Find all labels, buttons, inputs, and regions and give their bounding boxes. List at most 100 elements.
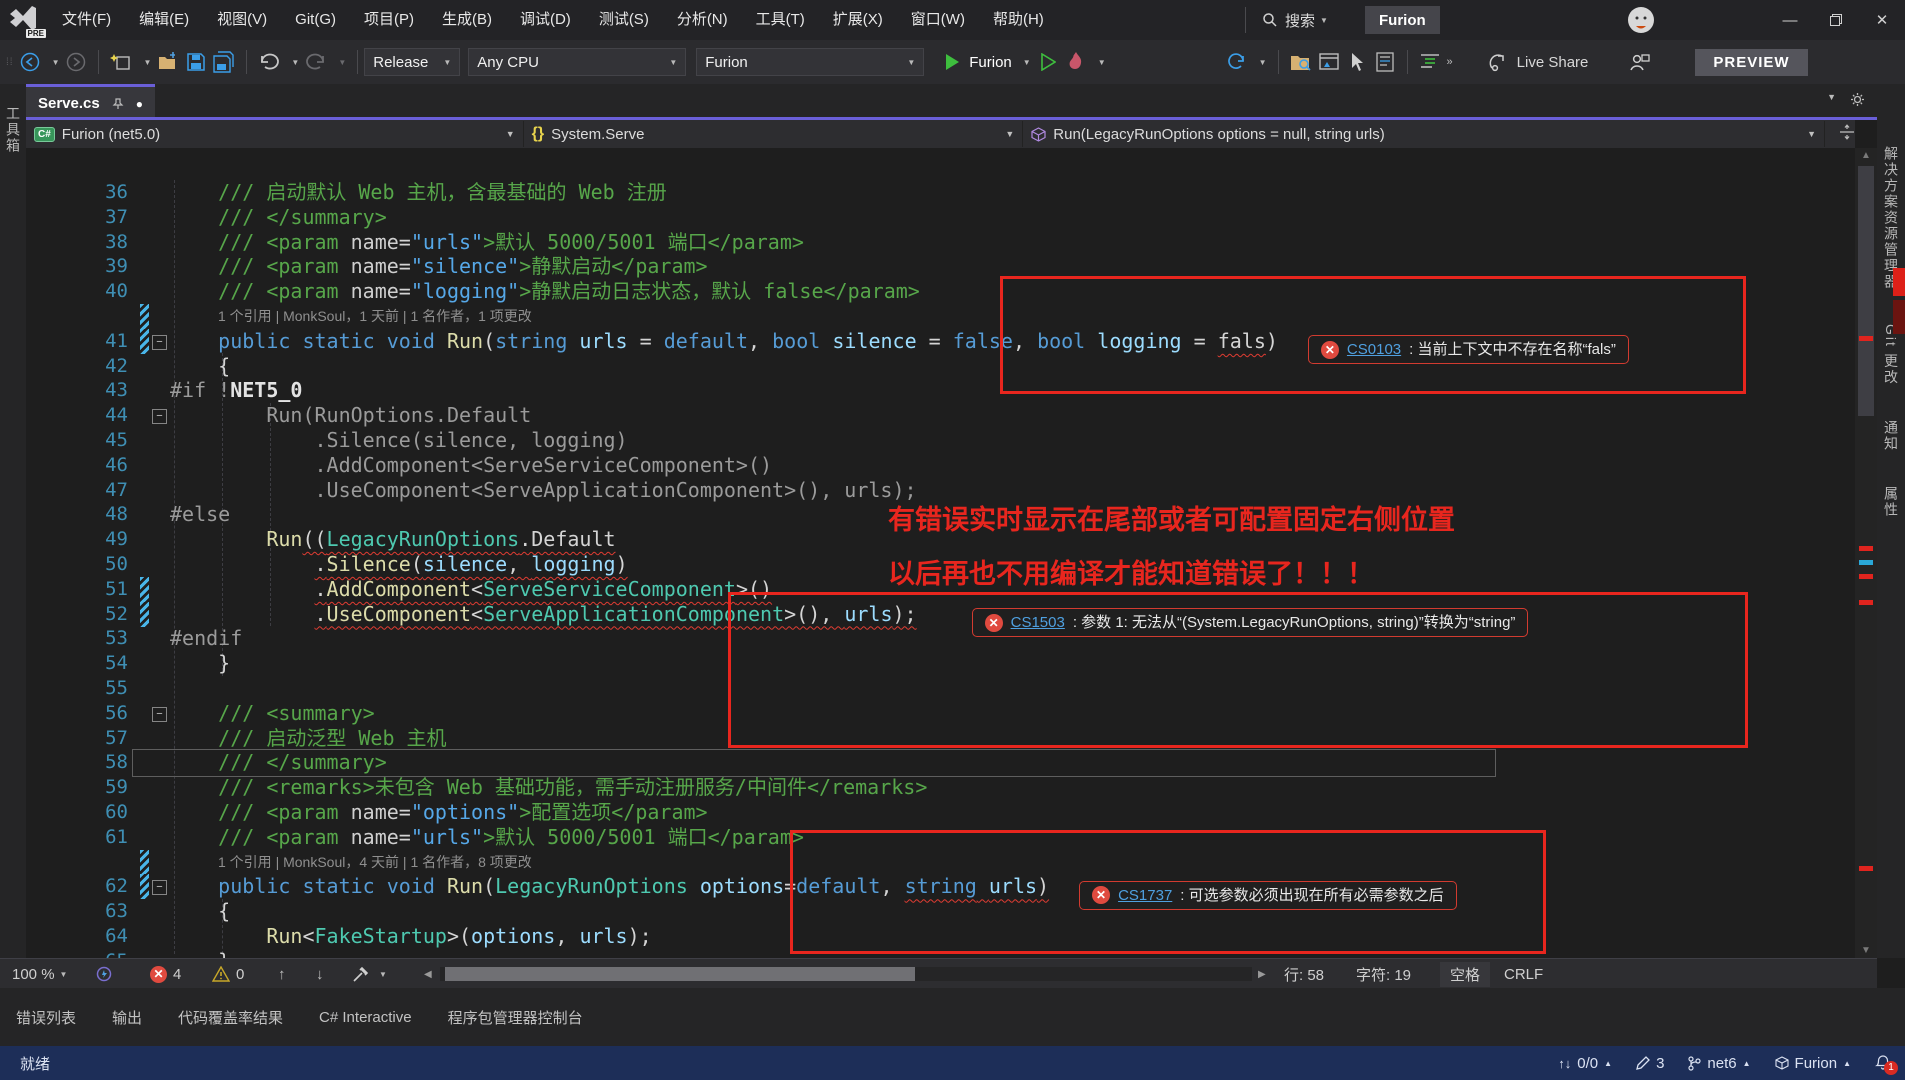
pin-icon[interactable] (112, 98, 124, 110)
split-editor-icon[interactable] (1839, 124, 1855, 144)
chevron-down-icon[interactable]: ▼ (143, 58, 151, 67)
panel-tab[interactable]: 程序包管理器控制台 (448, 1007, 583, 1028)
code-line[interactable]: 38 /// <param name="urls">默认 5000/5001 端… (26, 230, 1855, 255)
chevron-down-icon[interactable]: ▼ (52, 58, 60, 67)
avatar[interactable] (1626, 5, 1656, 39)
code-fix-icon[interactable]: ▼ (352, 959, 387, 989)
maximize-button[interactable] (1813, 0, 1859, 40)
code-line[interactable]: 58 /// </summary> (26, 750, 1855, 775)
next-issue-icon[interactable]: ↓ (316, 959, 324, 989)
menu-item[interactable]: 生成(B) (428, 0, 506, 40)
tab-serve-cs[interactable]: Serve.cs ● (26, 84, 155, 120)
previous-issue-icon[interactable]: ↑ (278, 959, 286, 989)
code-line[interactable]: 59 /// <remarks>未包含 Web 基础功能，需手动注册服务/中间件… (26, 775, 1855, 800)
repository-indicator[interactable]: Furion▲ (1775, 1055, 1851, 1072)
code-line[interactable]: 42 { (26, 354, 1855, 379)
code-line[interactable]: 41− public static void Run(string urls =… (26, 329, 1855, 354)
code-line[interactable]: 65 } (26, 949, 1855, 958)
find-in-files-icon[interactable] (1290, 51, 1312, 73)
solution-platform-dropdown[interactable]: Any CPU▼ (468, 48, 686, 76)
toolbar-grip[interactable]: ⁞⁞ (6, 57, 14, 68)
preview-badge[interactable]: PREVIEW (1695, 49, 1807, 76)
sidebar-tab[interactable]: 通知 (1881, 420, 1901, 452)
fold-collapse-icon[interactable]: − (152, 707, 167, 722)
feedback-person-icon[interactable] (1628, 51, 1650, 73)
code-line[interactable]: 55 (26, 676, 1855, 701)
menu-item[interactable]: 调试(D) (506, 0, 585, 40)
menu-item[interactable]: 文件(F) (48, 0, 125, 40)
menu-item[interactable]: 测试(S) (585, 0, 663, 40)
navigate-back-icon[interactable] (19, 51, 41, 73)
code-line[interactable]: 54 } (26, 651, 1855, 676)
live-share-label[interactable]: Live Share (1517, 54, 1589, 71)
scrollbar-thumb[interactable] (1858, 166, 1874, 416)
menu-item[interactable]: 视图(V) (203, 0, 281, 40)
preview-window-icon[interactable] (1318, 51, 1340, 73)
document-health-icon[interactable] (96, 959, 112, 989)
scroll-left-icon[interactable]: ◀ (424, 959, 432, 989)
code-line[interactable]: 36 /// 启动默认 Web 主机，含最基础的 Web 注册 (26, 180, 1855, 205)
chevron-down-icon[interactable]: ▼ (1259, 58, 1267, 67)
panel-tab[interactable]: 输出 (112, 1007, 142, 1028)
fold-collapse-icon[interactable]: − (152, 335, 167, 350)
menu-item[interactable]: 编辑(E) (125, 0, 203, 40)
zoom-dropdown[interactable]: 100 %▼ (12, 959, 67, 989)
startup-project-dropdown[interactable]: Furion▼ (696, 48, 924, 76)
undo-icon[interactable] (258, 51, 280, 73)
code-line[interactable]: 64 Run<FakeStartup>(options, urls); (26, 924, 1855, 949)
open-folder-icon[interactable] (157, 51, 179, 73)
error-count[interactable]: ✕ 4 (150, 959, 181, 989)
menu-item[interactable]: 工具(T) (742, 0, 819, 40)
code-line[interactable]: 40 /// <param name="logging">静默启动日志状态，默认… (26, 279, 1855, 304)
code-line[interactable]: 57 /// 启动泛型 Web 主机 (26, 726, 1855, 751)
breadcrumb-namespace-dropdown[interactable]: {} System.Serve ▼ (524, 121, 1024, 147)
breadcrumb-member-dropdown[interactable]: Run(LegacyRunOptions options = null, str… (1023, 121, 1825, 147)
code-line[interactable]: 45 .Silence(silence, logging) (26, 428, 1855, 453)
code-line[interactable]: 62− public static void Run(LegacyRunOpti… (26, 874, 1855, 899)
minimize-button[interactable]: — (1767, 0, 1813, 40)
git-sync-indicator[interactable]: ↑↓0/0▲ (1558, 1055, 1612, 1072)
code-line[interactable]: 43#if !NET5_0 (26, 378, 1855, 403)
menu-item[interactable]: Git(G) (281, 0, 350, 40)
navigate-forward-icon[interactable] (65, 51, 87, 73)
scroll-right-icon[interactable]: ▶ (1258, 959, 1266, 989)
scrollbar-thumb[interactable] (445, 967, 915, 981)
hot-reload-flame-icon[interactable] (1065, 51, 1087, 73)
solution-configuration-dropdown[interactable]: Release▼ (364, 48, 460, 76)
horizontal-scrollbar[interactable] (440, 967, 1252, 981)
panel-tab[interactable]: 代码覆盖率结果 (178, 1007, 283, 1028)
line-ending-indicator[interactable]: CRLF (1504, 959, 1543, 989)
codelens-row[interactable]: 1 个引用 | MonkSoul，4 天前 | 1 名作者，8 项更改 (26, 850, 1855, 875)
scroll-down-icon[interactable]: ▼ (1855, 945, 1877, 956)
menu-item[interactable]: 分析(N) (663, 0, 742, 40)
vertical-scrollbar[interactable]: ▲ ▼ (1855, 148, 1877, 958)
menu-item[interactable]: 项目(P) (350, 0, 428, 40)
pending-edits-indicator[interactable]: 3 (1636, 1055, 1664, 1072)
code-line[interactable]: 46 .AddComponent<ServeServiceComponent>(… (26, 453, 1855, 478)
new-project-icon[interactable] (110, 51, 132, 73)
search-control[interactable]: 搜索 ▼ (1245, 0, 1328, 40)
chevron-down-icon[interactable]: ▼ (1023, 58, 1031, 67)
chevron-down-icon[interactable]: ▼ (291, 58, 299, 67)
toolbar-overflow-icon[interactable]: » (1447, 56, 1453, 68)
git-branch-indicator[interactable]: net6▲ (1688, 1055, 1750, 1072)
codelens-row[interactable]: 1 个引用 | MonkSoul，1 天前 | 1 名作者，1 项更改 (26, 304, 1855, 329)
save-all-icon[interactable] (213, 51, 235, 73)
start-debug-icon[interactable] (941, 51, 963, 73)
scroll-up-icon[interactable]: ▲ (1855, 150, 1877, 161)
code-line[interactable]: 53#endif (26, 626, 1855, 651)
sidebar-tab[interactable]: 属性 (1881, 486, 1901, 518)
caret-line-indicator[interactable]: 行: 58 (1284, 959, 1324, 989)
caret-column-indicator[interactable]: 字符: 19 (1356, 959, 1411, 989)
menu-item[interactable]: 窗口(W) (897, 0, 979, 40)
code-line[interactable]: 56− /// <summary> (26, 701, 1855, 726)
code-line[interactable]: 37 /// </summary> (26, 205, 1855, 230)
panel-tab[interactable]: C# Interactive (319, 1009, 412, 1026)
notifications-bell[interactable]: 1 (1875, 1055, 1891, 1071)
code-line[interactable]: 44− Run(RunOptions.Default (26, 403, 1855, 428)
run-target-label[interactable]: Furion (969, 54, 1012, 71)
fold-collapse-icon[interactable]: − (152, 409, 167, 424)
tab-list-chevron-icon[interactable]: ▼ (1827, 92, 1836, 107)
code-line[interactable]: 60 /// <param name="options">配置选项</param… (26, 800, 1855, 825)
menu-item[interactable]: 扩展(X) (819, 0, 897, 40)
